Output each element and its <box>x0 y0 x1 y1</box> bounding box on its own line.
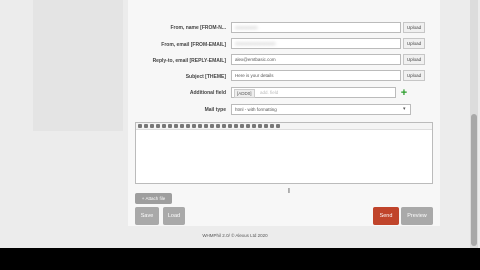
preview-button[interactable]: Preview <box>401 207 433 225</box>
paragraph-icon[interactable] <box>180 124 184 128</box>
reply-to-label: Reply-to, email [REPLY-EMAIL] <box>152 58 226 64</box>
bullet-list-icon[interactable] <box>198 124 202 128</box>
image-icon[interactable] <box>192 124 196 128</box>
save-button[interactable]: Save <box>135 207 159 225</box>
letterbox-bar <box>0 248 480 270</box>
align-center-icon[interactable] <box>228 124 232 128</box>
message-editor[interactable] <box>135 122 433 184</box>
from-email-label: From, email [FROM-EMAIL] <box>161 42 226 48</box>
hr-icon[interactable] <box>264 124 268 128</box>
text-cursor-icon: I <box>288 188 290 195</box>
bold-icon[interactable] <box>138 124 142 128</box>
from-email-upload-button[interactable]: Upload <box>403 38 425 49</box>
indent-icon[interactable] <box>216 124 220 128</box>
link-icon[interactable] <box>186 124 190 128</box>
from-email-field[interactable]: xxxxxxxxxxxxxxxxxx <box>231 38 401 49</box>
attach-file-button[interactable]: + Attach file <box>135 193 172 204</box>
subject-field[interactable]: Here is your details <box>231 70 401 81</box>
add-field-plus-icon[interactable]: + <box>398 88 410 99</box>
numbered-list-icon[interactable] <box>204 124 208 128</box>
footer-text: WHMPhil 2.0/ © Alexus Ltd 2020 <box>202 233 268 238</box>
subject-upload-button[interactable]: Upload <box>403 70 425 81</box>
from-name-upload-button[interactable]: Upload <box>403 22 425 33</box>
underline-icon[interactable] <box>150 124 154 128</box>
scrollbar-thumb[interactable] <box>471 114 477 246</box>
chevron-down-icon: ▾ <box>403 106 406 112</box>
redo-icon[interactable] <box>252 124 256 128</box>
italic-icon[interactable] <box>144 124 148 128</box>
text-color-icon[interactable] <box>174 124 178 128</box>
strike-icon[interactable] <box>156 124 160 128</box>
attach-file-label: Attach file <box>145 196 166 201</box>
undo-icon[interactable] <box>246 124 250 128</box>
sidebar-panel <box>33 0 123 131</box>
from-name-label: From, name [FROM-N... <box>170 25 226 31</box>
send-button[interactable]: Send <box>373 207 399 225</box>
align-justify-icon[interactable] <box>240 124 244 128</box>
reply-to-upload-button[interactable]: Upload <box>403 54 425 65</box>
mail-type-select[interactable]: html - with formatting <box>231 104 411 115</box>
table-icon[interactable] <box>258 124 262 128</box>
fullscreen-icon[interactable] <box>276 124 280 128</box>
additional-field-label: Additional field <box>189 90 226 96</box>
mail-type-label: Mail type <box>204 107 226 113</box>
from-name-field[interactable]: xxxxxxxxxx <box>231 22 401 33</box>
superscript-icon[interactable] <box>168 124 172 128</box>
load-button[interactable]: Load <box>163 207 185 225</box>
subscript-icon[interactable] <box>162 124 166 128</box>
align-left-icon[interactable] <box>222 124 226 128</box>
additional-field-input[interactable]: add. field <box>231 87 396 98</box>
source-icon[interactable] <box>270 124 274 128</box>
outdent-icon[interactable] <box>210 124 214 128</box>
additional-field-tag: [ADD0] <box>234 89 255 98</box>
editor-toolbar <box>136 123 432 130</box>
subject-label: Subject [THEME] <box>185 74 226 80</box>
align-right-icon[interactable] <box>234 124 238 128</box>
reply-to-field[interactable]: alex@emtbasic.com <box>231 54 401 65</box>
